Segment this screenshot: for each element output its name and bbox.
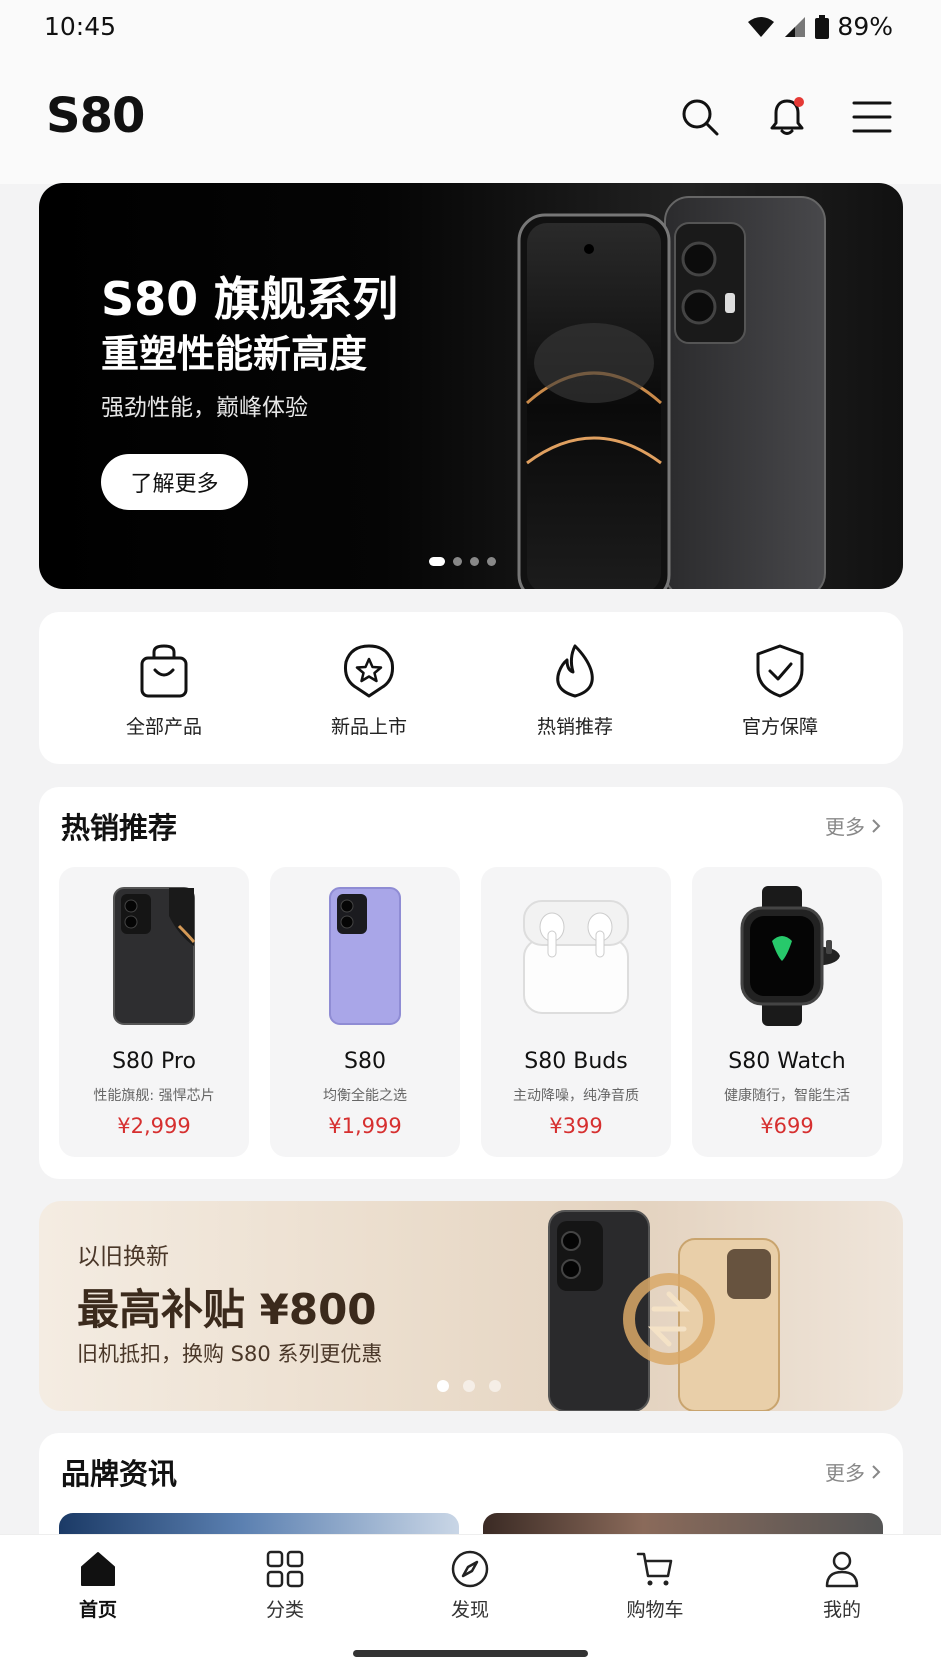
product-image xyxy=(59,881,249,1031)
quick-link-label: 新品上市 xyxy=(330,716,407,738)
chevron-right-icon xyxy=(872,818,881,833)
tab-label: 首页 xyxy=(78,1599,117,1621)
product-name: S80 Pro xyxy=(112,1049,196,1074)
promo-pagination[interactable] xyxy=(437,1380,501,1392)
hero-banner[interactable]: S80 旗舰系列 重塑性能新高度 强劲性能，巅峰体验 了解更多 xyxy=(39,183,903,589)
quick-link-official-guarantee[interactable]: 官方保障 xyxy=(700,642,860,739)
wifi-icon xyxy=(747,16,775,38)
menu-icon xyxy=(852,101,892,133)
signal-icon xyxy=(783,16,807,38)
pagination-dot-active[interactable] xyxy=(429,557,445,566)
product-name: S80 Watch xyxy=(728,1049,846,1074)
search-icon xyxy=(682,99,719,136)
learn-more-button[interactable]: 了解更多 xyxy=(101,454,248,510)
home-indicator[interactable] xyxy=(353,1650,588,1657)
tab-label: 购物车 xyxy=(626,1599,684,1621)
quick-links-card: 全部产品 新品上市 热销推荐 官方保障 xyxy=(39,612,903,764)
flame-icon xyxy=(556,644,594,698)
pagination-dot[interactable] xyxy=(463,1380,475,1392)
battery-level: 89% xyxy=(837,12,893,41)
quick-link-label: 官方保障 xyxy=(741,716,818,738)
product-card-s80-watch[interactable]: S80 Watch 健康随行，智能生活 ¥699 xyxy=(692,867,882,1157)
pagination-dot[interactable] xyxy=(453,557,462,566)
more-link[interactable]: 更多 xyxy=(825,1457,881,1486)
product-card-s80-pro[interactable]: S80 Pro 性能旗舰: 强悍芯片 ¥2,999 xyxy=(59,867,249,1157)
promo-description: 旧机抵扣，换购 S80 系列更优惠 xyxy=(77,1342,383,1366)
tab-label: 分类 xyxy=(265,1599,304,1621)
hot-sales-section: 热销推荐 更多 S80 Pro 性能旗舰: 强悍芯片 ¥2,999 S80 均衡… xyxy=(39,787,903,1179)
search-button[interactable] xyxy=(675,92,725,142)
cart-icon xyxy=(636,1552,673,1586)
tab-label: 发现 xyxy=(450,1599,489,1621)
star-badge-icon xyxy=(344,644,394,698)
grid-icon xyxy=(266,1550,304,1588)
pagination-dot-active[interactable] xyxy=(437,1380,449,1392)
quick-link-new-arrivals[interactable]: 新品上市 xyxy=(289,642,449,739)
home-icon xyxy=(81,1552,115,1586)
section-title: 品牌资讯 xyxy=(61,1457,178,1491)
hero-phone-image xyxy=(517,196,826,589)
product-desc: 性能旗舰: 强悍芯片 xyxy=(93,1088,215,1104)
product-name: S80 xyxy=(344,1049,386,1074)
shield-check-icon xyxy=(756,644,804,698)
app-header: S80 xyxy=(0,58,941,184)
more-link[interactable]: 更多 xyxy=(825,811,881,840)
quick-link-all-products[interactable]: 全部产品 xyxy=(84,642,244,739)
user-icon xyxy=(825,1551,859,1588)
product-desc: 均衡全能之选 xyxy=(323,1088,407,1104)
shopping-bag-icon xyxy=(140,644,188,698)
tab-discover[interactable]: 发现 xyxy=(410,1549,530,1622)
trade-in-image xyxy=(548,1210,780,1411)
product-price: ¥699 xyxy=(760,1114,814,1138)
product-price: ¥2,999 xyxy=(117,1114,191,1138)
product-image xyxy=(481,881,671,1031)
product-price: ¥399 xyxy=(549,1114,603,1138)
notification-button[interactable] xyxy=(762,92,812,142)
product-desc: 健康随行，智能生活 xyxy=(724,1088,850,1104)
product-card-s80-buds[interactable]: S80 Buds 主动降噪，纯净音质 ¥399 xyxy=(481,867,671,1157)
product-desc: 主动降噪，纯净音质 xyxy=(513,1088,639,1104)
hero-title: S80 旗舰系列 xyxy=(101,272,399,326)
tab-home[interactable]: 首页 xyxy=(38,1549,158,1622)
app-title: S80 xyxy=(46,88,145,144)
status-time: 10:45 xyxy=(44,12,117,41)
section-title: 热销推荐 xyxy=(61,811,178,845)
hero-subtitle: 重塑性能新高度 xyxy=(101,332,368,376)
chevron-right-icon xyxy=(872,1464,881,1479)
product-price: ¥1,999 xyxy=(328,1114,402,1138)
hero-description: 强劲性能，巅峰体验 xyxy=(101,395,308,421)
promo-tag: 以旧换新 xyxy=(77,1244,169,1270)
tab-profile[interactable]: 我的 xyxy=(782,1549,902,1622)
product-image xyxy=(692,881,882,1031)
quick-link-label: 热销推荐 xyxy=(536,716,613,738)
pagination-dot[interactable] xyxy=(487,557,496,566)
tab-cart[interactable]: 购物车 xyxy=(595,1549,715,1622)
quick-link-hot-sales[interactable]: 热销推荐 xyxy=(495,642,655,739)
menu-button[interactable] xyxy=(847,92,897,142)
pagination-dot[interactable] xyxy=(489,1380,501,1392)
status-bar: 10:45 89% xyxy=(0,0,941,58)
battery-icon xyxy=(815,14,830,39)
more-label: 更多 xyxy=(825,815,865,839)
product-name: S80 Buds xyxy=(524,1049,628,1074)
compass-icon xyxy=(451,1550,489,1588)
status-icons: 89% xyxy=(747,12,893,41)
bell-icon xyxy=(770,97,804,135)
promo-title: 最高补贴 ¥800 xyxy=(77,1285,377,1334)
product-card-s80[interactable]: S80 均衡全能之选 ¥1,999 xyxy=(270,867,460,1157)
trade-in-banner[interactable]: 以旧换新 最高补贴 ¥800 旧机抵扣，换购 S80 系列更优惠 xyxy=(39,1201,903,1411)
product-image xyxy=(270,881,460,1031)
quick-link-label: 全部产品 xyxy=(125,716,202,738)
pagination-dot[interactable] xyxy=(470,557,479,566)
tab-category[interactable]: 分类 xyxy=(225,1549,345,1622)
more-label: 更多 xyxy=(825,1461,865,1485)
tab-label: 我的 xyxy=(822,1599,861,1621)
hero-pagination[interactable] xyxy=(429,557,496,566)
